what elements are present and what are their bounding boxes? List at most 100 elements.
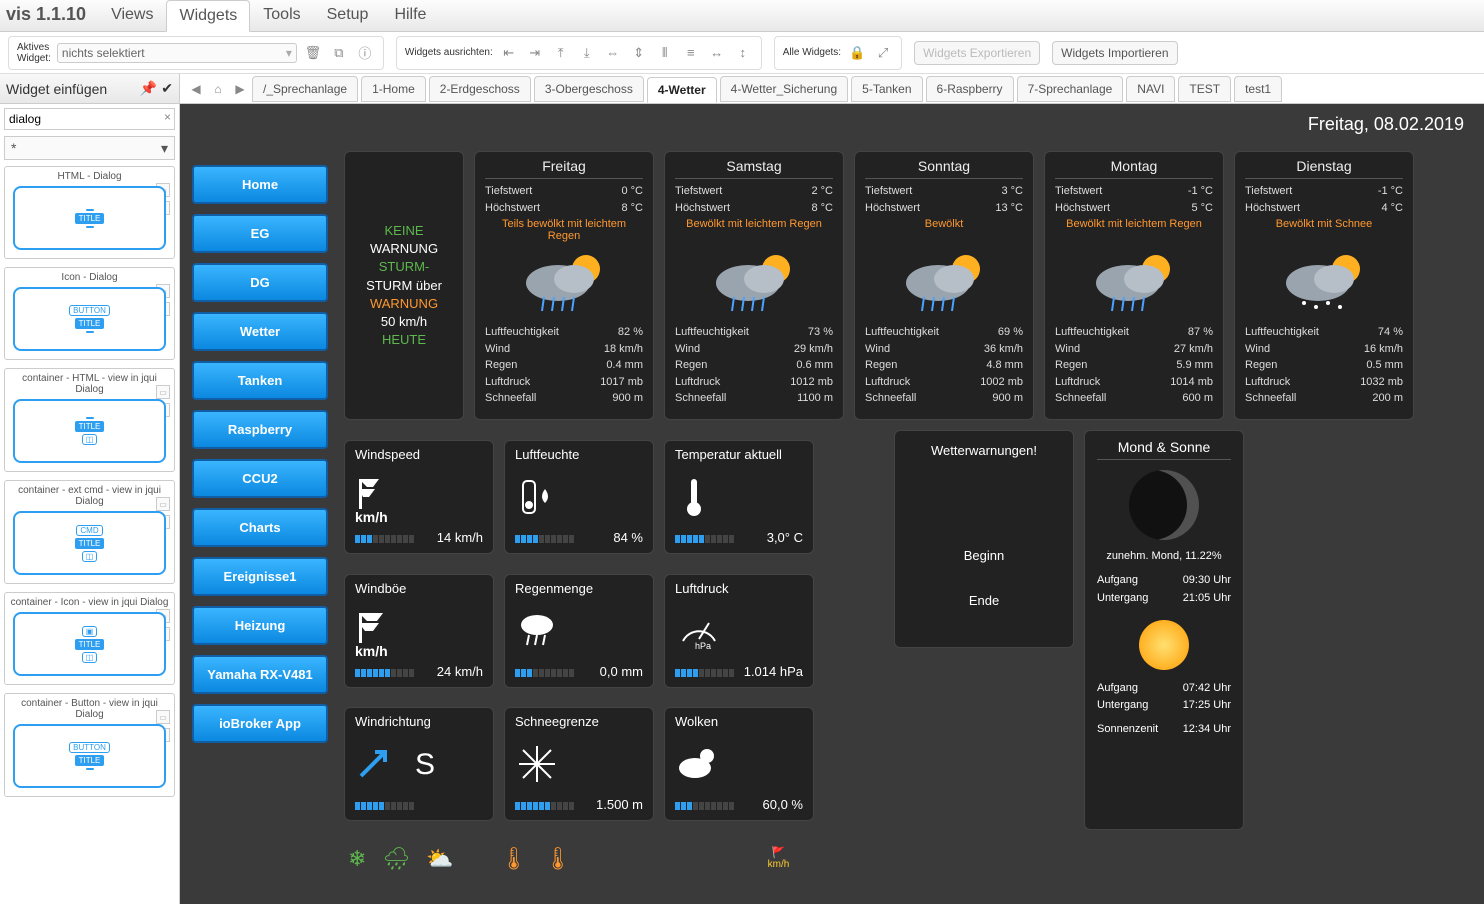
widget-proto-label: container - HTML - view in jqui Dialog — [9, 373, 170, 395]
thermo2-icon: 🌡 — [544, 846, 572, 872]
dist-v-icon[interactable]: ≡ — [681, 43, 701, 63]
metric-card: Windböe km/h 24 km/h — [344, 574, 494, 688]
expand-icon[interactable]: ⤢ — [873, 43, 893, 63]
nav-button[interactable]: Heizung — [192, 606, 328, 645]
menu-tabs: ViewsWidgetsToolsSetupHilfe — [98, 0, 439, 31]
nav-button[interactable]: Wetter — [192, 312, 328, 351]
nav-button[interactable]: EG — [192, 214, 328, 253]
editor-canvas[interactable]: Freitag, 08.02.2019 Home EG DG Wetter Tanken… — [180, 104, 1484, 904]
menu-tab-setup[interactable]: Setup — [314, 0, 382, 31]
nav-button[interactable]: Yamaha RX-V481 — [192, 655, 328, 694]
view-tab[interactable]: 4-Wetter_Sicherung — [720, 76, 849, 102]
align-left-icon[interactable]: ⇤ — [499, 43, 519, 63]
clear-search-icon[interactable]: × — [164, 110, 171, 124]
nav-button[interactable]: CCU2 — [192, 459, 328, 498]
metric-card: Windrichtung S — [344, 707, 494, 821]
pin-icon[interactable]: 📌 — [140, 80, 157, 97]
nav-button[interactable]: Ereignisse1 — [192, 557, 328, 596]
align-top-icon[interactable]: ⤒ — [551, 43, 571, 63]
export-button[interactable]: Widgets Exportieren — [914, 41, 1040, 65]
tabs-home-icon[interactable]: ⌂ — [208, 82, 228, 96]
align-vcenter-icon[interactable]: ⇕ — [629, 43, 649, 63]
forecast-card: Samstag Tiefstwert2 °C Höchstwert8 °C Be… — [664, 151, 844, 420]
nav-button[interactable]: DG — [192, 263, 328, 302]
filter-icon[interactable]: ✔ — [161, 80, 173, 97]
align-bottom-icon[interactable]: ⤓ — [577, 43, 597, 63]
align-right-icon[interactable]: ⇥ — [525, 43, 545, 63]
wind-icon: 🚩km/h — [768, 846, 790, 872]
sun-icon — [1139, 620, 1189, 670]
widget-proto[interactable]: container - Button - view in jqui Dialog… — [4, 693, 175, 797]
view-tabs: ◀ ⌂ ▶ /_Sprechanlage1-Home2-Erdgeschoss3… — [180, 74, 1484, 104]
lock-icon[interactable]: 🔒 — [847, 43, 867, 63]
tabs-prev-icon[interactable]: ◀ — [186, 82, 206, 96]
copy-icon[interactable]: ⧉ — [329, 43, 349, 63]
warnings-begin: Beginn — [895, 548, 1073, 563]
widget-proto[interactable]: HTML - Dialog ▭↗ TITLE — [4, 166, 175, 259]
bottom-icon-row: ❄ 🌧 ⛅ 🌡 🌡 🚩km/h — [344, 840, 1414, 872]
align-label: Widgets ausrichten: — [405, 47, 493, 58]
metric-card: Temperatur aktuell 3,0° C — [664, 440, 814, 554]
widget-proto[interactable]: container - ext cmd - view in jqui Dialo… — [4, 480, 175, 584]
view-tab[interactable]: 3-Obergeschoss — [534, 76, 644, 102]
metric-card: Schneegrenze 1.500 m — [504, 707, 654, 821]
view-tab[interactable]: 2-Erdgeschoss — [429, 76, 531, 102]
menu-tab-widgets[interactable]: Widgets — [166, 0, 250, 32]
widget-proto-label: container - Icon - view in jqui Dialog — [9, 597, 170, 608]
allwidgets-label: Alle Widgets: — [783, 47, 841, 58]
forecast-card: Freitag Tiefstwert0 °C Höchstwert8 °C Te… — [474, 151, 654, 420]
widget-proto-label: HTML - Dialog — [9, 171, 170, 182]
widget-proto[interactable]: container - HTML - view in jqui Dialog ▭… — [4, 368, 175, 472]
view-tab[interactable]: 1-Home — [361, 76, 426, 102]
import-button[interactable]: Widgets Importieren — [1052, 41, 1177, 65]
widget-insert-panel: Widget einfügen 📌 ✔ × *▾ HTML - Dialog ▭… — [0, 74, 180, 904]
widget-search-input[interactable] — [4, 108, 175, 130]
insert-header: Widget einfügen 📌 ✔ — [0, 74, 179, 104]
warnings-title: Wetterwarnungen! — [895, 443, 1073, 458]
metric-card: Regenmenge 0,0 mm — [504, 574, 654, 688]
nav-button[interactable]: ioBroker App — [192, 704, 328, 743]
forecast-card: Montag Tiefstwert-1 °C Höchstwert5 °C Be… — [1044, 151, 1224, 420]
view-tab[interactable]: 6-Raspberry — [926, 76, 1014, 102]
widget-proto-label: container - Button - view in jqui Dialog — [9, 698, 170, 720]
nav-button[interactable]: Raspberry — [192, 410, 328, 449]
active-widget-select[interactable]: nichts selektiert ▾ — [57, 43, 297, 63]
view-tab[interactable]: 5-Tanken — [851, 76, 922, 102]
view-tab[interactable]: TEST — [1178, 76, 1231, 102]
align-hcenter-icon[interactable]: ⇔ — [603, 43, 623, 63]
svg-text:hPa: hPa — [695, 641, 711, 651]
delete-icon[interactable]: 🗑 — [303, 43, 323, 63]
dist-h-icon[interactable]: ⫴ — [655, 43, 675, 63]
storm-warning-box: KEINE WARNUNG STURM- STURM über WARNUNG … — [344, 151, 464, 420]
metric-card: Luftfeuchte 84 % — [504, 440, 654, 554]
forecast-row: Freitag Tiefstwert0 °C Höchstwert8 °C Te… — [474, 151, 1414, 420]
menu-tab-hilfe[interactable]: Hilfe — [381, 0, 439, 31]
widget-filter-select[interactable]: *▾ — [4, 136, 175, 160]
nav-button[interactable]: Home — [192, 165, 328, 204]
view-tab[interactable]: test1 — [1234, 76, 1282, 102]
widget-proto-label: Icon - Dialog — [9, 272, 170, 283]
same-height-icon[interactable]: ↕ — [733, 43, 753, 63]
view-tab[interactable]: NAVI — [1126, 76, 1175, 102]
nav-button[interactable]: Tanken — [192, 361, 328, 400]
warnings-end: Ende — [895, 593, 1073, 608]
menu-tab-tools[interactable]: Tools — [250, 0, 313, 31]
same-width-icon[interactable]: ↔ — [707, 43, 727, 63]
widget-proto[interactable]: Icon - Dialog ▭↗ BUTTONTITLE — [4, 267, 175, 360]
menubar: vis 1.1.10 ViewsWidgetsToolsSetupHilfe — [0, 0, 1484, 32]
view-tab[interactable]: /_Sprechanlage — [252, 76, 358, 102]
widget-proto[interactable]: container - Icon - view in jqui Dialog ▭… — [4, 592, 175, 685]
view-tab[interactable]: 7-Sprechanlage — [1017, 76, 1124, 102]
moon-icon — [1129, 470, 1199, 540]
menu-tab-views[interactable]: Views — [98, 0, 166, 31]
tabs-next-icon[interactable]: ▶ — [230, 82, 250, 96]
current-date: Freitag, 08.02.2019 — [180, 104, 1484, 145]
nav-button[interactable]: Charts — [192, 508, 328, 547]
moon-sun-card: Mond & Sonne zunehm. Mond, 11.22% Aufgan… — [1084, 430, 1244, 830]
active-widget-label: Aktives Widget: — [17, 42, 51, 64]
align-group: Widgets ausrichten: ⇤ ⇥ ⤒ ⤓ ⇔ ⇕ ⫴ ≡ ↔ ↕ — [396, 36, 762, 70]
rain-icon: 🌧 — [382, 846, 410, 872]
thermo1-icon: 🌡 — [500, 846, 528, 872]
view-tab[interactable]: 4-Wetter — [647, 77, 717, 103]
info-icon[interactable]: ⓘ — [355, 43, 375, 63]
